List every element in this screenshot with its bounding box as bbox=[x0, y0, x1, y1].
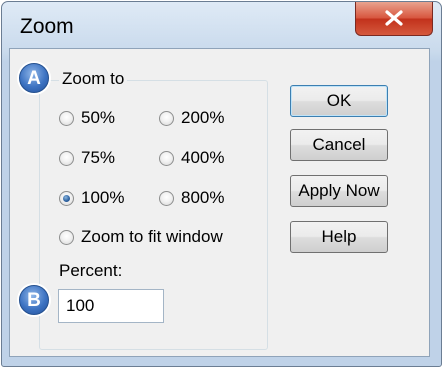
radio-indicator bbox=[159, 150, 174, 166]
radio-75[interactable]: 75% bbox=[59, 147, 115, 169]
help-button[interactable]: Help bbox=[290, 221, 388, 253]
window-title: Zoom bbox=[20, 15, 74, 38]
radio-200[interactable]: 200% bbox=[159, 107, 224, 129]
radio-label: 400% bbox=[181, 148, 225, 167]
radio-800[interactable]: 800% bbox=[159, 187, 224, 209]
cancel-button[interactable]: Cancel bbox=[290, 129, 388, 161]
close-button[interactable] bbox=[355, 2, 433, 36]
dialog-client-area: Zoom to 50% 200% 75% 400% 100% 800% Zoom… bbox=[9, 48, 430, 357]
radio-zoom-to-fit[interactable]: Zoom to fit window bbox=[59, 226, 223, 248]
radio-indicator bbox=[59, 190, 74, 206]
zoom-to-label: Zoom to bbox=[59, 69, 128, 89]
radio-label: Zoom to fit window bbox=[81, 227, 223, 246]
callout-badge-b: B bbox=[19, 285, 49, 315]
radio-label: 800% bbox=[181, 188, 225, 207]
radio-label: 50% bbox=[81, 108, 116, 127]
percent-input[interactable] bbox=[58, 289, 164, 323]
radio-label: 100% bbox=[81, 188, 125, 207]
radio-100[interactable]: 100% bbox=[59, 187, 124, 209]
radio-indicator bbox=[159, 190, 174, 206]
apply-now-button[interactable]: Apply Now bbox=[290, 175, 388, 207]
percent-label: Percent: bbox=[59, 261, 123, 280]
close-icon bbox=[385, 10, 403, 26]
ok-button[interactable]: OK bbox=[290, 85, 388, 117]
radio-50[interactable]: 50% bbox=[59, 107, 115, 129]
radio-indicator bbox=[59, 150, 74, 166]
radio-indicator bbox=[159, 110, 174, 126]
radio-400[interactable]: 400% bbox=[159, 147, 224, 169]
radio-indicator bbox=[59, 110, 74, 126]
radio-label: 75% bbox=[81, 148, 116, 167]
radio-indicator bbox=[59, 229, 74, 245]
callout-badge-a: A bbox=[19, 63, 49, 93]
radio-label: 200% bbox=[181, 108, 225, 127]
